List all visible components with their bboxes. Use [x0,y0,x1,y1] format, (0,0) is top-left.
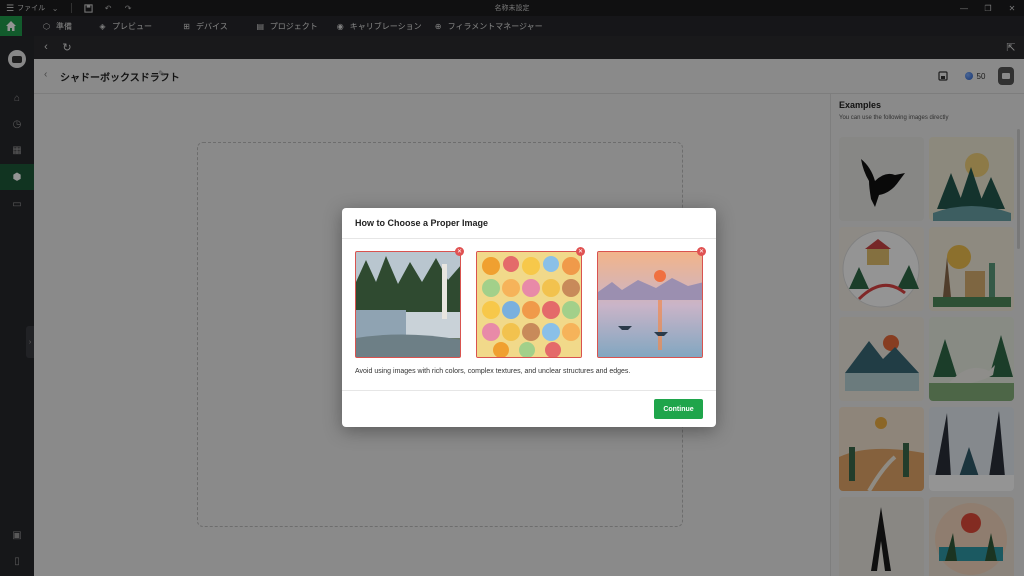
continue-button[interactable]: Continue [654,399,703,419]
bad-example-x-icon: ✕ [455,247,464,256]
modal-divider-top [342,238,716,239]
bad-example-impressionist-painting [597,251,703,358]
bad-example-waterfall [355,251,461,358]
image-guide-modal: How to Choose a Proper Image ✕ ✕ ✕ Avoid… [342,208,716,427]
bad-example-sticker-collage [476,251,582,358]
bad-example-x-icon: ✕ [576,247,585,256]
modal-divider-bottom [342,390,716,391]
bad-example-x-icon: ✕ [697,247,706,256]
modal-description: Avoid using images with rich colors, com… [355,368,631,375]
modal-title: How to Choose a Proper Image [355,218,489,228]
